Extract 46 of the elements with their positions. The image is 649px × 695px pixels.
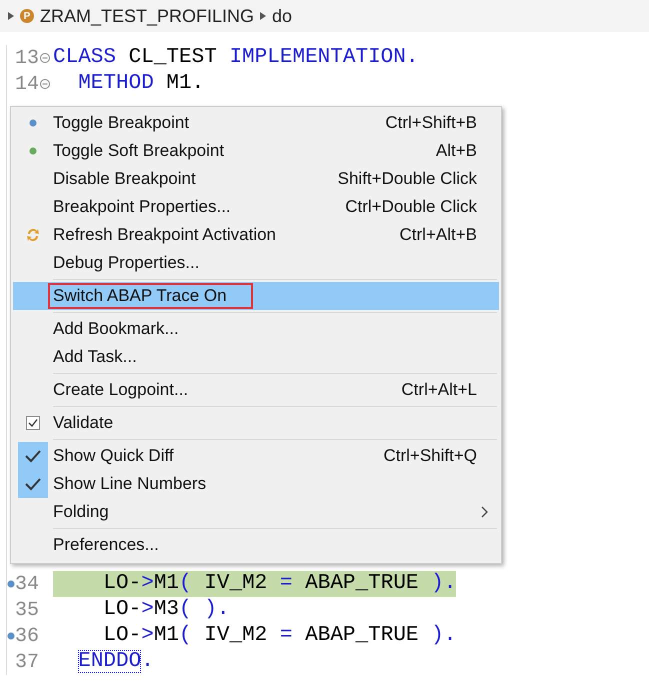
- menu-item[interactable]: Validate: [13, 409, 499, 437]
- menu-item[interactable]: Create Logpoint... Ctrl+Alt+L: [13, 376, 499, 404]
- shortcut-label: Ctrl+Alt+B: [400, 225, 477, 245]
- line-number: 35: [15, 598, 40, 622]
- shortcut-label: Ctrl+Shift+B: [385, 113, 477, 133]
- highlighted-label: Switch ABAP Trace On: [48, 283, 253, 309]
- shortcut-label: Ctrl+Shift+Q: [383, 446, 477, 466]
- checkbox-icon[interactable]: [26, 416, 40, 430]
- menu-item[interactable]: Breakpoint Properties... Ctrl+Double Click: [13, 193, 499, 221]
- menu-item[interactable]: Add Task...: [13, 343, 499, 371]
- menu-item[interactable]: Show Quick Diff Ctrl+Shift+Q: [13, 442, 499, 470]
- menu-item[interactable]: Switch ABAP Trace On: [13, 282, 499, 310]
- menu-item[interactable]: Preferences...: [13, 531, 499, 559]
- expand-arrow-icon[interactable]: [8, 12, 14, 20]
- line-number: 37: [15, 650, 40, 674]
- menu-item[interactable]: Debug Properties...: [13, 249, 499, 277]
- shortcut-label: Alt+B: [436, 141, 477, 161]
- code-line: ENDDO.: [77, 649, 154, 675]
- collapse-icon[interactable]: [40, 53, 50, 63]
- menu-item[interactable]: Folding: [13, 498, 499, 526]
- code-line: CLASS CL_TEST IMPLEMENTATION.: [53, 45, 418, 71]
- chevron-right-icon: [481, 506, 489, 518]
- breadcrumb-item[interactable]: do: [272, 6, 292, 26]
- line-number: 34: [15, 572, 40, 596]
- refresh-icon: [25, 227, 41, 243]
- breakpoint-icon[interactable]: [7, 580, 15, 588]
- separator-arrow-icon: [260, 12, 266, 20]
- line-number: 13: [15, 46, 40, 70]
- shortcut-label: Ctrl+Alt+L: [401, 380, 477, 400]
- code-line: METHOD M1.: [77, 71, 204, 97]
- menu-item[interactable]: Add Bookmark...: [13, 315, 499, 343]
- line-number: 36: [15, 624, 40, 648]
- menu-item[interactable]: Toggle Soft Breakpoint Alt+B: [13, 137, 499, 165]
- menu-item[interactable]: Refresh Breakpoint Activation Ctrl+Alt+B: [13, 221, 499, 249]
- shortcut-label: Shift+Double Click: [338, 169, 477, 189]
- menu-item[interactable]: Show Line Numbers: [13, 470, 499, 498]
- menu-item[interactable]: Toggle Breakpoint Ctrl+Shift+B: [13, 109, 499, 137]
- collapse-icon[interactable]: [40, 79, 50, 89]
- code-line: LO->M1( IV_M2 = ABAP_TRUE ).: [102, 623, 456, 649]
- line-number: 14: [15, 72, 40, 96]
- shortcut-label: Ctrl+Double Click: [345, 197, 477, 217]
- menu-item[interactable]: Disable Breakpoint Shift+Double Click: [13, 165, 499, 193]
- breadcrumb-item[interactable]: ZRAM_TEST_PROFILING: [40, 6, 254, 26]
- program-icon: P: [20, 9, 34, 23]
- breakpoint-icon[interactable]: [7, 632, 15, 640]
- code-line: LO->M3( ).: [102, 597, 230, 623]
